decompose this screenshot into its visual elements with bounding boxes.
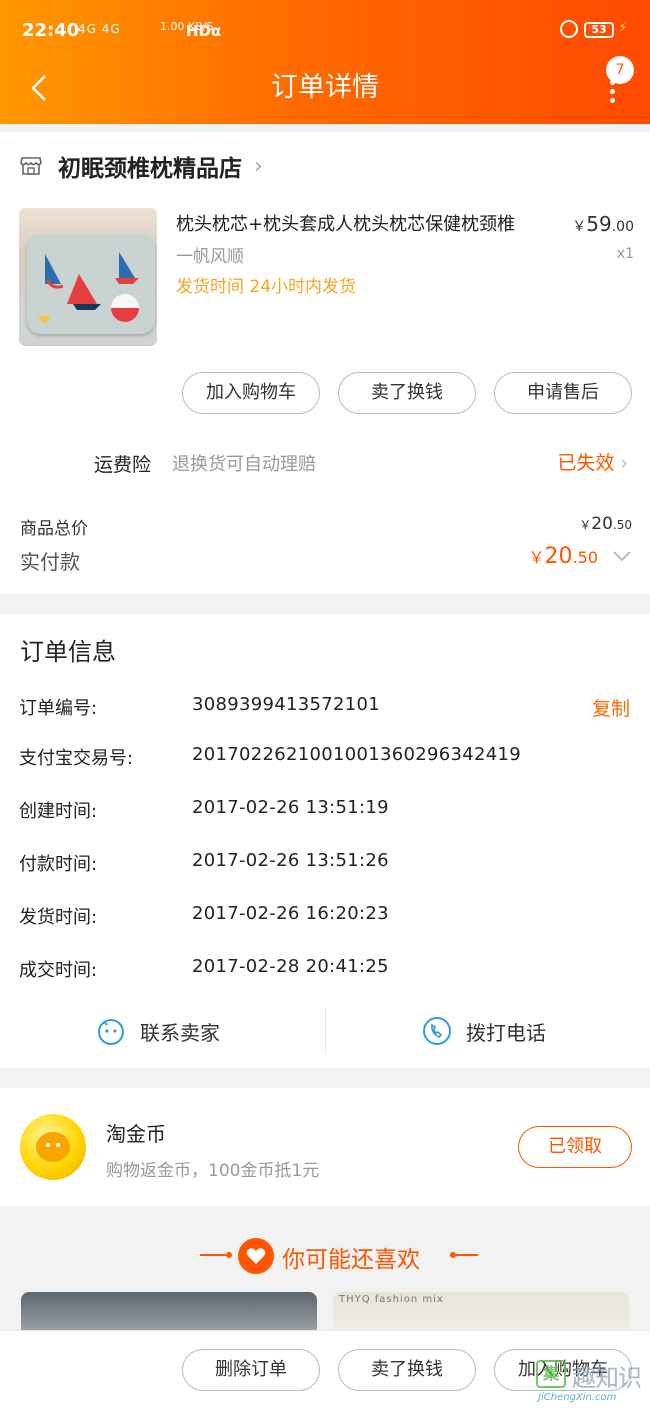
insurance-status: 已失效 › xyxy=(557,452,628,474)
watermark-logo: 集 趣知识 JiChengXin.com xyxy=(536,1358,648,1406)
info-key: 支付宝交易号: xyxy=(19,748,134,769)
page-title: 订单详情 xyxy=(271,72,379,103)
resell-button[interactable]: 卖了换钱 xyxy=(338,372,476,414)
goods-total-value: ￥20.50 xyxy=(579,514,632,534)
call-phone-label: 拨打电话 xyxy=(466,1020,546,1045)
order-info-card: 订单信息 订单编号: 3089399413572101 复制 支付宝交易号: 2… xyxy=(0,614,650,1068)
info-value: 3089399413572101 xyxy=(192,694,381,715)
sailboat-pattern xyxy=(37,252,139,324)
signal-icon: 4G 4G xyxy=(78,22,121,36)
product-title[interactable]: 枕头枕芯+枕头套成人枕头枕芯保健枕颈椎 xyxy=(176,210,556,236)
coin-eyes xyxy=(46,1143,60,1147)
heart-shape xyxy=(246,1248,266,1264)
created-time-row: 创建时间: 2017-02-26 13:51:19 xyxy=(0,797,650,827)
info-value: 2017-02-26 13:51:26 xyxy=(192,850,389,871)
status-bar: 22:40 4G 4G 1.00 KB/S HDα 53 ⚡ xyxy=(0,0,650,60)
battery-icon: 53 xyxy=(584,22,614,38)
decor-dot xyxy=(226,1252,232,1258)
insurance-desc: 退换货可自动理赔 xyxy=(172,454,316,475)
paid-time-row: 付款时间: 2017-02-26 13:51:26 xyxy=(0,850,650,880)
watermark-url: JiChengXin.com xyxy=(538,1392,617,1403)
paid-label: 实付款 xyxy=(20,550,80,574)
status-time: 22:40 xyxy=(22,20,80,41)
phone-icon xyxy=(423,1017,451,1045)
info-key: 付款时间: xyxy=(19,854,98,875)
decor-line xyxy=(200,1254,226,1256)
contact-seller-label: 联系卖家 xyxy=(140,1020,220,1045)
alarm-icon xyxy=(560,20,578,38)
delete-order-button[interactable]: 删除订单 xyxy=(182,1349,320,1391)
info-value: 2017-02-26 13:51:19 xyxy=(192,797,389,818)
info-key: 订单编号: xyxy=(19,698,98,719)
info-key: 创建时间: xyxy=(19,801,98,822)
alipay-trade-row: 支付宝交易号: 2017022621001001360296342419 xyxy=(0,744,650,774)
chevron-right-icon: › xyxy=(620,452,628,474)
coin-icon xyxy=(20,1114,86,1180)
info-key: 发货时间: xyxy=(19,907,98,928)
shipping-time: 发货时间 24小时内发货 xyxy=(176,277,357,297)
call-phone-button[interactable]: 拨打电话 xyxy=(422,1012,546,1050)
currency-symbol: ￥ xyxy=(572,219,587,235)
app-header: 22:40 4G 4G 1.00 KB/S HDα 53 ⚡ 订单详情 7 xyxy=(0,0,650,124)
store-icon xyxy=(20,157,42,175)
contact-seller-button[interactable]: 联系卖家 xyxy=(96,1012,220,1050)
insurance-label: 运费险 xyxy=(94,454,152,476)
heart-icon xyxy=(238,1238,274,1274)
goods-total-label: 商品总价 xyxy=(20,519,88,539)
info-value: 2017-02-28 20:41:25 xyxy=(192,956,389,977)
order-number-row: 订单编号: 3089399413572101 复制 xyxy=(0,694,650,724)
recommend-header: 你可能还喜欢 xyxy=(0,1236,650,1276)
message-badge: 7 xyxy=(606,56,634,84)
coin-desc: 购物返金币，100金币抵1元 xyxy=(106,1161,320,1181)
pillow-image xyxy=(27,234,155,334)
paid-value: ￥20.50 xyxy=(528,544,598,569)
divider xyxy=(325,1008,326,1054)
charging-icon: ⚡ xyxy=(618,20,628,36)
resell-button[interactable]: 卖了换钱 xyxy=(338,1349,476,1391)
decor-line xyxy=(456,1254,478,1256)
recommend-title: 你可能还喜欢 xyxy=(282,1247,420,1273)
chevron-down-icon[interactable] xyxy=(612,550,632,562)
coin-face xyxy=(36,1132,70,1162)
info-value: 2017-02-26 16:20:23 xyxy=(192,903,389,924)
chat-bubble-icon xyxy=(98,1019,124,1045)
product-price: ￥59.00 xyxy=(572,212,634,236)
chevron-right-icon: › xyxy=(254,153,263,179)
watermark-box: 集 xyxy=(536,1360,566,1388)
order-info-title: 订单信息 xyxy=(20,638,116,666)
product-quantity: x1 xyxy=(616,246,634,262)
shipped-time-row: 发货时间: 2017-02-26 16:20:23 xyxy=(0,903,650,933)
info-value: 2017022621001001360296342419 xyxy=(192,744,522,765)
shop-link[interactable]: 初眠颈椎枕精品店 › xyxy=(20,150,263,182)
info-key: 成交时间: xyxy=(19,960,98,981)
taojinbi-card: 淘金币 购物返金币，100金币抵1元 已领取 xyxy=(0,1088,650,1206)
recommend-item-caption: THYQ fashion mix xyxy=(339,1294,444,1305)
shop-name: 初眠颈椎枕精品店 xyxy=(58,156,242,182)
watermark-text: 趣知识 xyxy=(572,1364,642,1392)
after-sales-button[interactable]: 申请售后 xyxy=(494,372,632,414)
more-dots-icon xyxy=(610,80,615,107)
price-integer: 59 xyxy=(586,212,612,236)
contact-row: 联系卖家 拨打电话 xyxy=(0,1008,650,1054)
order-product-card: 初眠颈椎枕精品店 › 枕头枕芯+枕头套成人枕头枕芯保健枕颈椎 一帆风顺 发货时间… xyxy=(0,132,650,594)
coin-title: 淘金币 xyxy=(106,1122,166,1146)
product-sku: 一帆风顺 xyxy=(176,247,244,267)
product-image[interactable] xyxy=(19,208,157,346)
hd-indicator: HDα xyxy=(186,22,222,40)
claimed-button[interactable]: 已领取 xyxy=(518,1126,632,1168)
price-decimal: .00 xyxy=(611,219,634,235)
completed-time-row: 成交时间: 2017-02-28 20:41:25 xyxy=(0,956,650,986)
copy-button[interactable]: 复制 xyxy=(592,694,630,721)
add-to-cart-button[interactable]: 加入购物车 xyxy=(182,372,320,414)
